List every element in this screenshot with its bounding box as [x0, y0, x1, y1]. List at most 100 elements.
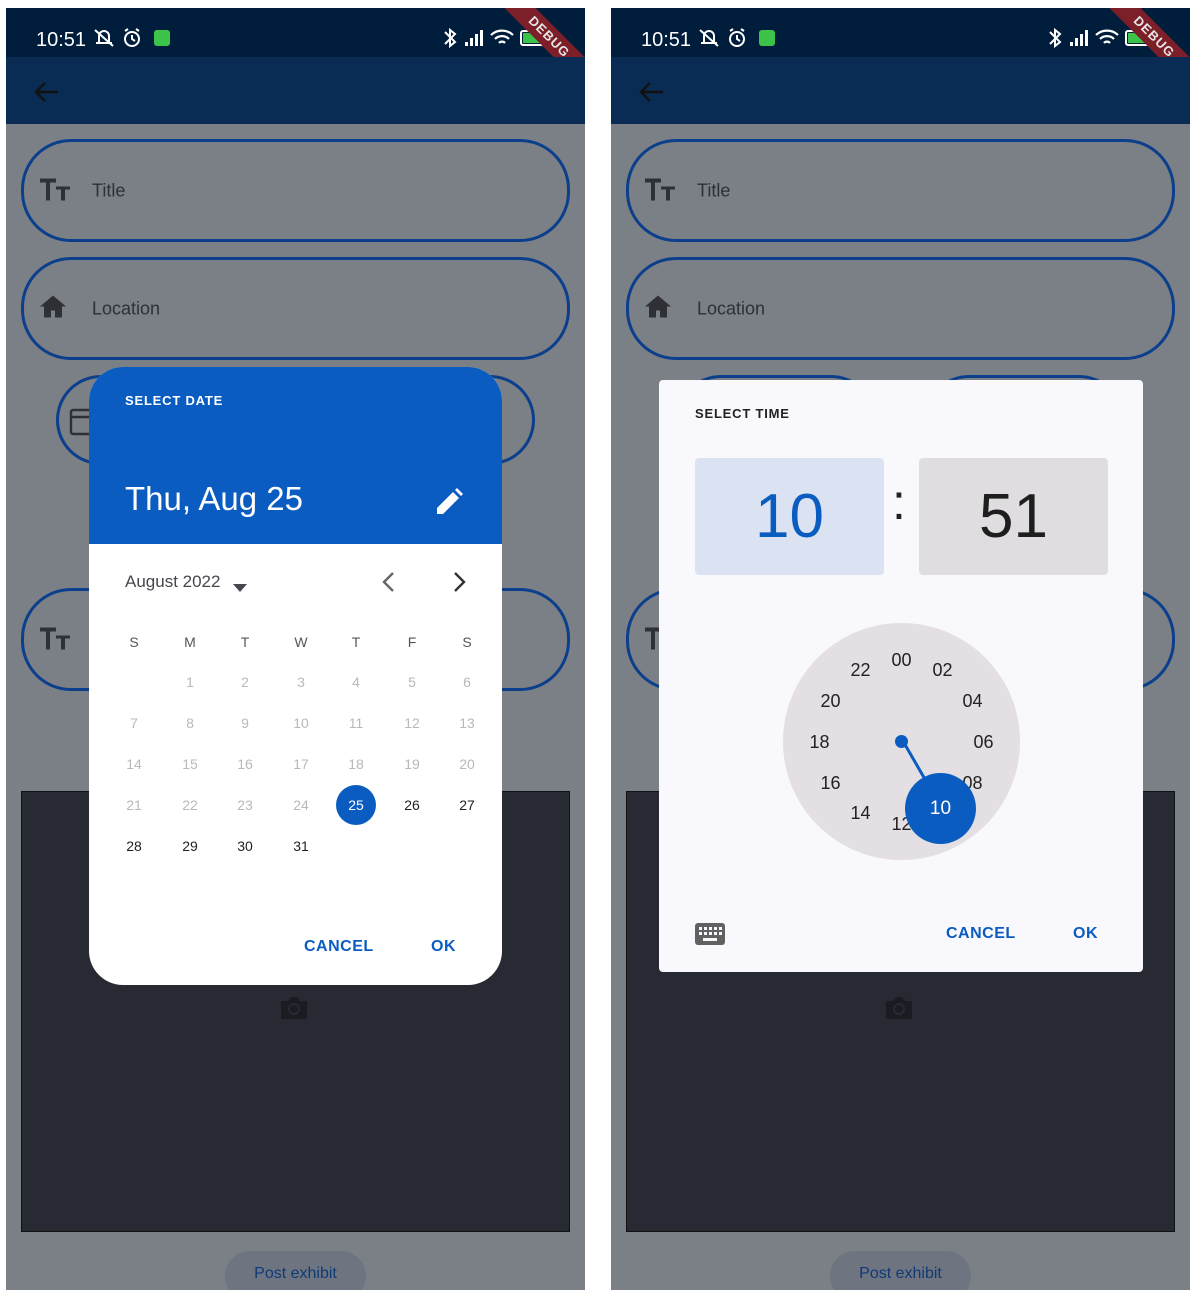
weekday-label: S	[129, 634, 139, 650]
post-exhibit-label: Post exhibit	[859, 1265, 942, 1282]
select-time-label: SELECT TIME	[695, 406, 790, 421]
calendar-day: 22	[182, 797, 198, 813]
phone-screen-time: 10:51 DEBUG Title Location Post exhibit …	[611, 8, 1190, 1290]
status-time: 10:51	[36, 29, 87, 51]
home-icon	[38, 292, 68, 325]
app-notification-icon	[154, 30, 170, 46]
wifi-icon	[490, 29, 514, 44]
selected-date-text: Thu, Aug 25	[125, 480, 303, 517]
weekday-label: F	[407, 634, 417, 650]
alarm-icon	[124, 28, 140, 47]
alarm-icon	[729, 28, 745, 47]
title-field[interactable]: Title	[626, 139, 1175, 242]
previous-month-icon[interactable]	[381, 571, 397, 598]
calendar-day: 5	[408, 674, 416, 690]
calendar-day: 12	[404, 715, 420, 731]
clock-hour-label[interactable]: 18	[805, 727, 835, 757]
clock-center-dot	[895, 735, 908, 748]
calendar-day: 4	[352, 674, 360, 690]
title-field[interactable]: Title	[21, 139, 570, 242]
status-time: 10:51	[641, 29, 692, 51]
mute-icon	[94, 29, 114, 47]
mute-icon	[699, 29, 719, 47]
date-picker-header: SELECT DATE Thu, Aug 25	[89, 367, 502, 544]
text-fields-icon	[643, 174, 677, 207]
calendar-day[interactable]: 28	[114, 826, 154, 866]
camera-icon[interactable]	[278, 993, 310, 1026]
clock-hour-label[interactable]: 00	[887, 645, 917, 675]
app-notification-icon	[759, 30, 775, 46]
calendar-day: 20	[459, 756, 475, 772]
calendar-day: 21	[126, 797, 142, 813]
calendar-day[interactable]: 29	[170, 826, 210, 866]
signal-icon	[1070, 30, 1088, 46]
calendar-day: 19	[404, 756, 420, 772]
hour-selector[interactable]: 10	[695, 458, 884, 575]
app-bar	[6, 57, 585, 124]
dropdown-arrow-icon[interactable]	[233, 579, 247, 597]
weekday-label: T	[351, 634, 361, 650]
keyboard-icon[interactable]	[695, 923, 725, 950]
clock-hour-label[interactable]: 04	[958, 686, 988, 716]
clock-hour-label[interactable]: 16	[815, 768, 845, 798]
next-month-icon[interactable]	[451, 571, 467, 598]
weekday-label: S	[462, 634, 472, 650]
calendar-day: 15	[182, 756, 198, 772]
calendar-day: 7	[130, 715, 138, 731]
home-icon	[643, 292, 673, 325]
calendar-day: 16	[237, 756, 253, 772]
weekday-label: T	[240, 634, 250, 650]
calendar-day: 9	[241, 715, 249, 731]
calendar-day: 17	[293, 756, 309, 772]
post-exhibit-button[interactable]: Post exhibit	[225, 1251, 366, 1290]
location-field[interactable]: Location	[21, 257, 570, 360]
selected-hour-handle[interactable]: 10	[905, 773, 976, 844]
edit-pencil-icon[interactable]	[434, 487, 464, 522]
status-left-icons	[697, 26, 777, 55]
minute-selector[interactable]: 51	[919, 458, 1108, 575]
calendar-day[interactable]: 31	[281, 826, 321, 866]
date-cancel-button[interactable]: CANCEL	[304, 938, 374, 956]
time-separator: :	[892, 474, 906, 530]
select-date-label: SELECT DATE	[125, 393, 224, 408]
clock-hour-label[interactable]: 14	[846, 798, 876, 828]
calendar-day: 3	[297, 674, 305, 690]
camera-icon[interactable]	[883, 993, 915, 1026]
calendar-day: 8	[186, 715, 194, 731]
location-placeholder: Location	[697, 298, 766, 318]
location-field[interactable]: Location	[626, 257, 1175, 360]
clock-hour-label[interactable]: 02	[928, 655, 958, 685]
date-ok-button[interactable]: OK	[431, 938, 456, 956]
weekday-label: W	[294, 634, 308, 650]
back-arrow-icon[interactable]	[32, 80, 62, 109]
time-ok-button[interactable]: OK	[1073, 925, 1098, 943]
calendar-day: 14	[126, 756, 142, 772]
calendar-day: 6	[463, 674, 471, 690]
text-fields-icon	[38, 174, 72, 207]
title-placeholder: Title	[92, 180, 126, 200]
title-placeholder: Title	[697, 180, 731, 200]
back-arrow-icon[interactable]	[637, 80, 667, 109]
location-placeholder: Location	[92, 298, 161, 318]
text-fields-icon	[38, 623, 72, 656]
month-year-selector[interactable]: August 2022	[125, 572, 220, 592]
calendar-day: 2	[241, 674, 249, 690]
calendar-day[interactable]: 27	[447, 785, 487, 825]
post-exhibit-button[interactable]: Post exhibit	[830, 1251, 971, 1290]
clock-dial[interactable]: 222018161412100806040200 10	[783, 623, 1020, 860]
calendar-day: 10	[293, 715, 309, 731]
weekday-label: M	[184, 634, 196, 650]
phone-screen-date: 10:51 DEBUG Title Location Post exhibit …	[6, 8, 585, 1290]
date-picker-dialog: SELECT DATE Thu, Aug 25 August 2022 S M T W…	[89, 367, 502, 985]
calendar-day[interactable]: 26	[392, 785, 432, 825]
bluetooth-icon	[444, 27, 457, 49]
app-bar	[611, 57, 1190, 124]
calendar-day[interactable]: 30	[225, 826, 265, 866]
time-cancel-button[interactable]: CANCEL	[946, 925, 1016, 943]
clock-hour-label[interactable]: 20	[815, 686, 845, 716]
calendar-day: 23	[237, 797, 253, 813]
calendar-day-selected[interactable]: 25	[336, 785, 376, 825]
calendar-day: 13	[459, 715, 475, 731]
clock-hour-label[interactable]: 06	[969, 727, 999, 757]
clock-hour-label[interactable]: 22	[846, 655, 876, 685]
